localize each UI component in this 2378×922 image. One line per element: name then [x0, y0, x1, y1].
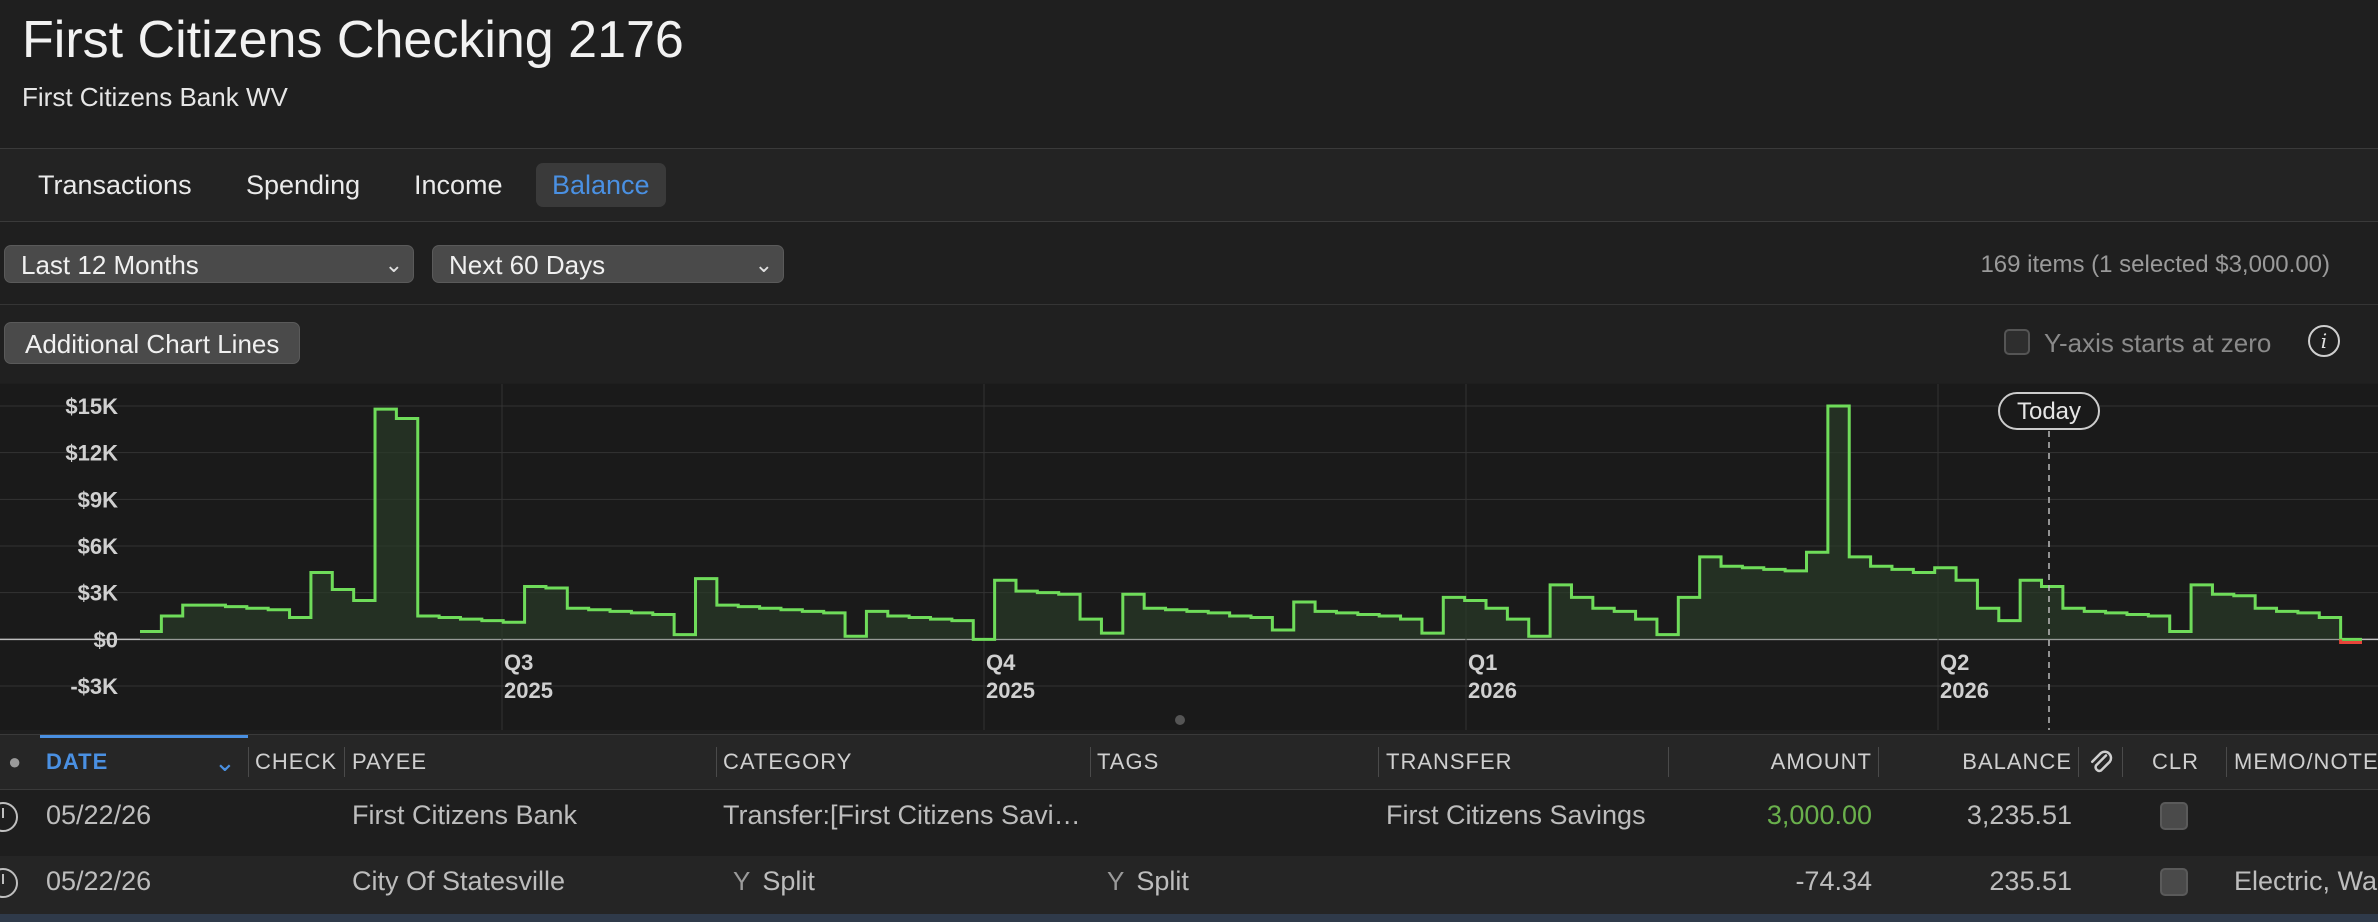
today-label: Today: [2017, 398, 2081, 425]
y-tick-label: $9K: [78, 487, 118, 512]
column-tags[interactable]: TAGS: [1097, 735, 1159, 789]
column-date[interactable]: DATE: [46, 735, 108, 789]
view-tabs: Transactions Spending Income Balance: [0, 149, 2378, 222]
row-tags: Y Split: [1107, 856, 1189, 920]
split-icon: Y: [733, 866, 751, 896]
column-divider: [716, 747, 717, 777]
tab-income[interactable]: Income: [398, 163, 519, 207]
row-tags-text: Split: [1136, 866, 1189, 896]
forecast-select[interactable]: Next 60 Days ⌄: [432, 245, 784, 283]
column-clr[interactable]: CLR: [2152, 735, 2199, 789]
column-divider: [2226, 747, 2227, 777]
column-transfer[interactable]: TRANSFER: [1386, 735, 1513, 789]
row-category: Y Split: [733, 856, 1083, 920]
row-payee: First Citizens Bank: [352, 800, 578, 830]
x-tick-year: 2025: [986, 678, 1035, 703]
date-range-value: Last 12 Months: [21, 250, 199, 280]
resize-handle: [1175, 715, 1185, 725]
row-category: Transfer:[First Citizens Savi…: [723, 800, 1081, 830]
status-column-dot[interactable]: ●: [8, 735, 22, 789]
row-category-text: Split: [762, 866, 815, 896]
balance-area-fill: [140, 406, 2362, 640]
balance-chart-svg: $15K $12K $9K $6K $3K $0 -$3K Q3 2025 Q4 2025 Q1 202…: [0, 384, 2378, 730]
y-tick-label: $15K: [65, 394, 118, 419]
table-row[interactable]: 05/22/26 First Citizens Bank Transfer:[F…: [0, 790, 2378, 854]
additional-chart-lines-button[interactable]: Additional Chart Lines: [4, 322, 301, 364]
column-amount[interactable]: AMOUNT: [1676, 735, 1872, 789]
y-tick-label: -$3K: [70, 674, 118, 699]
item-count: 169 items (1 selected $3,000.00): [1980, 251, 2330, 278]
balance-chart: $15K $12K $9K $6K $3K $0 -$3K Q3 2025 Q4 2025 Q1 202…: [0, 384, 2378, 730]
filter-bar: Last 12 Months ⌄ Next 60 Days ⌄ 169 item…: [0, 222, 2378, 305]
row-memo: Electric, Wa: [2234, 866, 2378, 896]
row-amount: 3,000.00: [1766, 800, 1872, 830]
y-tick-label: $6K: [78, 534, 118, 559]
column-divider: [2122, 747, 2123, 777]
column-divider: [248, 747, 249, 777]
x-tick-quarter: Q4: [986, 650, 1016, 675]
x-tick-quarter: Q3: [504, 650, 533, 675]
y-axis-zero-checkbox[interactable]: [2004, 329, 2030, 355]
table-row[interactable]: 05/22/26 City Of Statesville Y Split Y Spl…: [0, 856, 2378, 920]
row-transfer: First Citizens Savings: [1386, 800, 1646, 830]
column-category[interactable]: CATEGORY: [723, 735, 852, 789]
y-axis-zero-label: Y-axis starts at zero: [2044, 328, 2272, 358]
tab-balance[interactable]: Balance: [536, 163, 666, 207]
row-memo: [2234, 790, 2378, 854]
y-tick-label: $0: [94, 627, 118, 652]
row-date: 05/22/26: [46, 800, 152, 830]
bottom-border: [0, 914, 2378, 922]
clock-icon: [0, 868, 18, 898]
x-tick-quarter: Q2: [1940, 650, 1969, 675]
row-balance: 235.51: [1989, 866, 2072, 896]
clock-icon: [0, 802, 18, 832]
column-check[interactable]: CHECK: [255, 735, 337, 789]
column-payee[interactable]: PAYEE: [352, 735, 427, 789]
split-icon: Y: [1107, 866, 1125, 896]
date-range-select[interactable]: Last 12 Months ⌄: [4, 245, 414, 283]
row-balance: 3,235.51: [1966, 800, 2072, 830]
account-title: First Citizens Checking 2176: [22, 11, 684, 69]
forecast-value: Next 60 Days: [449, 250, 606, 280]
column-divider: [1668, 747, 1669, 777]
chart-toolbar: Additional Chart Lines Y-axis starts at …: [0, 305, 2378, 383]
row-amount: -74.34: [1795, 866, 1872, 896]
tab-transactions[interactable]: Transactions: [22, 163, 208, 207]
x-tick-year: 2026: [1468, 678, 1517, 703]
chevron-down-icon: ⌄: [754, 252, 773, 277]
table-header: ● DATE ⌄ CHECK PAYEE CATEGORY TAGS TRANS…: [0, 734, 2378, 790]
row-date: 05/22/26: [46, 866, 152, 896]
account-header: First Citizens Checking 2176 First Citiz…: [0, 0, 2378, 149]
account-subtitle: First Citizens Bank WV: [22, 82, 288, 112]
sort-chevron-icon[interactable]: ⌄: [214, 735, 237, 789]
row-clr-checkbox[interactable]: [2160, 802, 2188, 830]
column-divider: [1878, 747, 1879, 777]
column-divider: [1378, 747, 1379, 777]
y-tick-label: $12K: [65, 441, 118, 466]
chevron-down-icon: ⌄: [384, 252, 403, 277]
transactions-table: ● DATE ⌄ CHECK PAYEE CATEGORY TAGS TRANS…: [0, 730, 2378, 922]
column-memo[interactable]: MEMO/NOTE: [2234, 735, 2378, 789]
x-tick-quarter: Q1: [1468, 650, 1497, 675]
row-clr-checkbox[interactable]: [2160, 868, 2188, 896]
column-divider: [344, 747, 345, 777]
x-tick-year: 2025: [504, 678, 553, 703]
column-divider: [1090, 747, 1091, 777]
column-balance[interactable]: BALANCE: [1886, 735, 2072, 789]
paperclip-icon: [2091, 750, 2113, 773]
y-tick-label: $3K: [78, 581, 118, 606]
row-payee: City Of Statesville: [352, 866, 566, 896]
attachment-column-icon[interactable]: [2086, 735, 2116, 789]
x-tick-year: 2026: [1940, 678, 1989, 703]
info-icon[interactable]: i: [2308, 325, 2340, 357]
column-divider: [2078, 747, 2079, 777]
tab-spending[interactable]: Spending: [230, 163, 376, 207]
